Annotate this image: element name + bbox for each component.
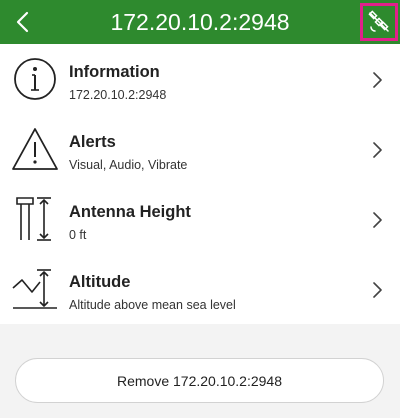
list-item-alerts[interactable]: Alerts Visual, Audio, Vibrate	[0, 114, 400, 184]
chevron-left-icon	[16, 11, 29, 33]
warning-triangle-icon	[12, 128, 58, 170]
row-subtitle: Altitude above mean sea level	[69, 298, 236, 312]
satellite-off-icon	[368, 10, 389, 32]
row-title: Information	[69, 63, 160, 81]
page-title: 172.20.10.2:2948	[110, 9, 290, 35]
row-subtitle: 0 ft	[69, 228, 87, 242]
chevron-right-icon	[373, 142, 382, 158]
app-header: 172.20.10.2:2948	[0, 0, 400, 44]
antenna-height-icon	[16, 197, 51, 241]
info-circle-icon	[14, 58, 56, 100]
list-item-altitude[interactable]: Altitude Altitude above mean sea level	[0, 254, 400, 324]
row-subtitle: Visual, Audio, Vibrate	[69, 158, 188, 172]
remove-device-button[interactable]: Remove 172.20.10.2:2948	[15, 358, 384, 403]
satellite-toggle-button[interactable]	[360, 3, 398, 41]
row-subtitle: 172.20.10.2:2948	[69, 88, 167, 102]
list-item-antenna-height[interactable]: Antenna Height 0 ft	[0, 184, 400, 254]
settings-list: Information 172.20.10.2:2948 Alerts Visu…	[0, 44, 400, 324]
list-item-information[interactable]: Information 172.20.10.2:2948	[0, 44, 400, 114]
back-button[interactable]	[8, 6, 38, 38]
row-title: Alerts	[69, 133, 116, 151]
chevron-right-icon	[373, 282, 382, 298]
row-title: Altitude	[69, 273, 131, 291]
row-title: Antenna Height	[69, 203, 191, 221]
chevron-right-icon	[373, 212, 382, 228]
altitude-icon	[12, 269, 57, 309]
chevron-right-icon	[373, 72, 382, 88]
